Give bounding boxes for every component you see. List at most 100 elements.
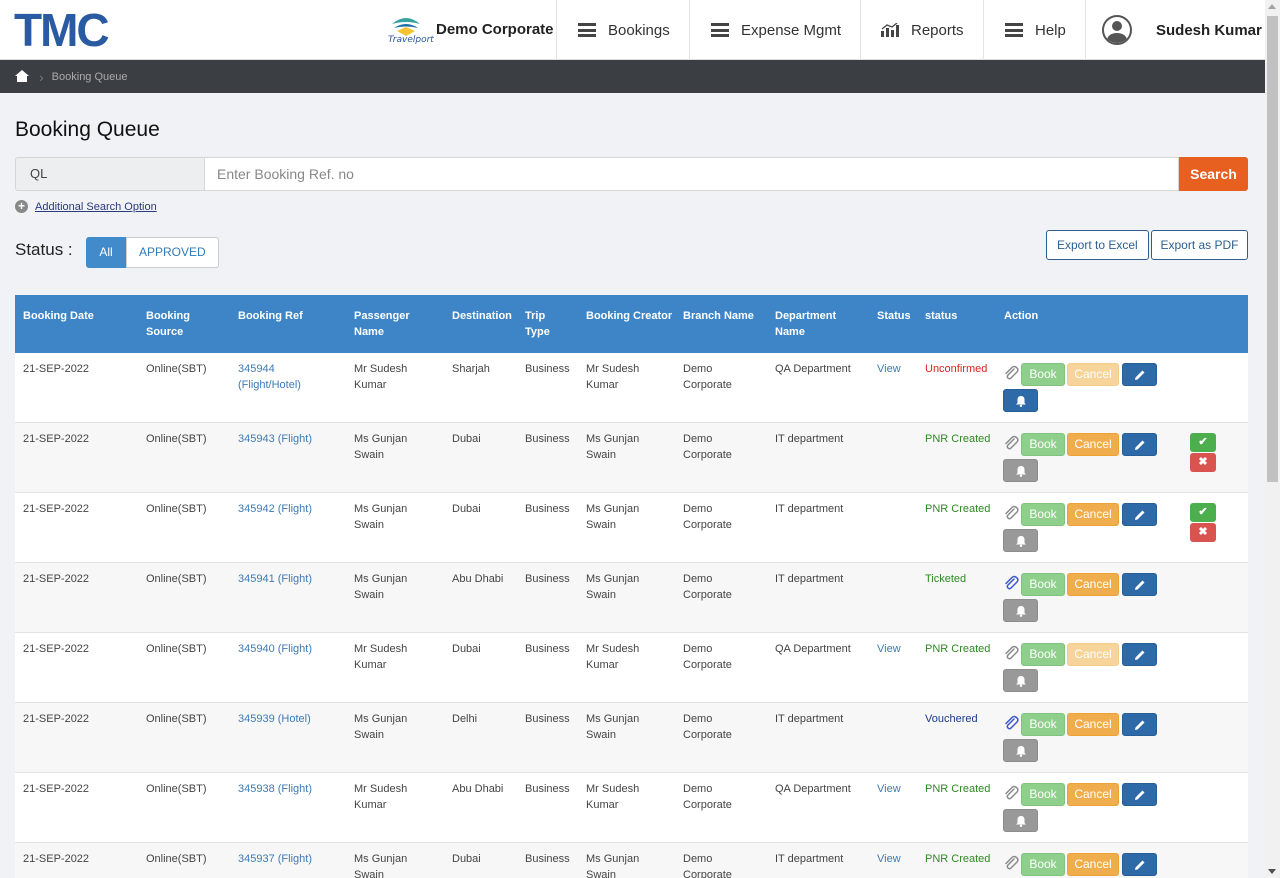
paperclip-icon[interactable]	[1003, 855, 1019, 871]
cell-department: QA Department	[775, 643, 851, 655]
paperclip-icon[interactable]	[1003, 365, 1019, 381]
notify-button[interactable]	[1003, 669, 1038, 692]
col-destination[interactable]: Destination	[452, 308, 512, 324]
book-button[interactable]: Book	[1021, 433, 1065, 456]
reject-close-icon[interactable]: ✖	[1190, 453, 1216, 472]
cell-ref[interactable]: 345944 (Flight/Hotel)	[238, 361, 328, 393]
top-header: TMC Travelport Demo Corporate Bookings E…	[0, 0, 1265, 60]
col-booking-ref[interactable]: Booking Ref	[238, 308, 303, 324]
edit-button[interactable]	[1122, 783, 1157, 806]
book-button[interactable]: Book	[1021, 363, 1065, 386]
page-scrollbar[interactable]	[1265, 0, 1280, 878]
edit-button[interactable]	[1122, 433, 1157, 456]
reject-close-icon[interactable]: ✖	[1190, 523, 1216, 542]
view-link[interactable]: View	[877, 851, 917, 867]
paperclip-icon[interactable]	[1003, 505, 1019, 521]
col-trip-type[interactable]: Trip Type	[525, 308, 565, 340]
cell-ref[interactable]: 345941 (Flight)	[238, 571, 328, 587]
nav-help[interactable]: Help	[983, 0, 1085, 60]
approve-check-icon[interactable]: ✔	[1190, 503, 1216, 522]
notify-button[interactable]	[1003, 599, 1038, 622]
paperclip-icon[interactable]	[1003, 575, 1019, 591]
edit-button[interactable]	[1122, 573, 1157, 596]
home-icon[interactable]	[15, 70, 29, 83]
cancel-button[interactable]: Cancel	[1067, 853, 1119, 876]
cancel-button[interactable]: Cancel	[1067, 713, 1119, 736]
view-link[interactable]: View	[877, 781, 917, 797]
notify-button[interactable]	[1003, 529, 1038, 552]
book-button[interactable]: Book	[1021, 503, 1065, 526]
cell-status: PNR Created	[925, 643, 991, 655]
notify-button[interactable]	[1003, 389, 1038, 412]
cell-destination: Dubai	[452, 643, 481, 655]
booking-ref-input[interactable]	[204, 157, 1179, 191]
cancel-button[interactable]: Cancel	[1067, 643, 1119, 666]
cell-ref[interactable]: 345939 (Hotel)	[238, 711, 328, 727]
edit-button[interactable]	[1122, 643, 1157, 666]
cell-ref[interactable]: 345942 (Flight)	[238, 501, 328, 517]
col-status-text[interactable]: status	[925, 308, 957, 324]
tmc-logo[interactable]: TMC	[14, 6, 110, 54]
cell-date: 21-SEP-2022	[23, 433, 90, 445]
cell-creator: Ms Gunjan Swain	[586, 433, 640, 461]
cancel-button[interactable]: Cancel	[1067, 783, 1119, 806]
tab-approved[interactable]: APPROVED	[126, 237, 219, 268]
paperclip-icon[interactable]	[1003, 645, 1019, 661]
cell-ref[interactable]: 345938 (Flight)	[238, 781, 328, 797]
edit-button[interactable]	[1122, 853, 1157, 876]
edit-button[interactable]	[1122, 713, 1157, 736]
notify-button[interactable]	[1003, 459, 1038, 482]
nav-expense-mgmt[interactable]: Expense Mgmt	[689, 0, 861, 60]
notify-button[interactable]	[1003, 739, 1038, 762]
cell-ref[interactable]: 345937 (Flight)	[238, 851, 328, 867]
cell-ref[interactable]: 345940 (Flight)	[238, 641, 328, 657]
col-booking-source[interactable]: Booking Source	[146, 308, 206, 340]
bell-icon	[1015, 746, 1026, 757]
scroll-down-icon[interactable]	[1268, 869, 1276, 874]
export-pdf-button[interactable]: Export as PDF	[1151, 230, 1248, 260]
book-button[interactable]: Book	[1021, 573, 1065, 596]
view-link[interactable]: View	[877, 361, 917, 377]
bar-chart-icon	[881, 23, 899, 37]
search-type-select[interactable]: QL	[15, 157, 204, 191]
col-status[interactable]: Status	[877, 308, 911, 324]
edit-button[interactable]	[1122, 363, 1157, 386]
travelport-logo-text: Travelport	[388, 35, 434, 45]
search-button[interactable]: Search	[1179, 157, 1248, 191]
plus-circle-icon[interactable]: +	[15, 200, 28, 213]
book-button[interactable]: Book	[1021, 713, 1065, 736]
cancel-button[interactable]: Cancel	[1067, 573, 1119, 596]
cell-ref[interactable]: 345943 (Flight)	[238, 431, 328, 447]
nav-reports[interactable]: Reports	[860, 0, 984, 60]
col-department-name[interactable]: Department Name	[775, 308, 855, 340]
paperclip-icon[interactable]	[1003, 435, 1019, 451]
book-button[interactable]: Book	[1021, 643, 1065, 666]
view-link[interactable]: View	[877, 641, 917, 657]
cancel-button[interactable]: Cancel	[1067, 363, 1119, 386]
user-menu[interactable]: Sudesh Kumar	[1085, 0, 1265, 60]
cell-destination: Dubai	[452, 433, 481, 445]
additional-search-link[interactable]: Additional Search Option	[35, 201, 157, 213]
nav-bookings[interactable]: Bookings	[556, 0, 690, 60]
book-button[interactable]: Book	[1021, 853, 1065, 876]
export-excel-button[interactable]: Export to Excel	[1046, 230, 1149, 260]
edit-button[interactable]	[1122, 503, 1157, 526]
user-avatar-icon	[1102, 15, 1132, 45]
scroll-up-icon[interactable]	[1268, 4, 1276, 9]
col-booking-creator[interactable]: Booking Creator	[586, 308, 672, 324]
scroll-thumb[interactable]	[1267, 16, 1278, 482]
book-button[interactable]: Book	[1021, 783, 1065, 806]
tab-all[interactable]: All	[86, 237, 126, 268]
col-passenger-name[interactable]: Passenger Name	[354, 308, 424, 340]
table-row: 21-SEP-2022 Online(SBT) 345940 (Flight) Mr …	[15, 633, 1248, 703]
cancel-button[interactable]: Cancel	[1067, 503, 1119, 526]
col-booking-date[interactable]: Booking Date	[23, 308, 94, 324]
notify-button[interactable]	[1003, 809, 1038, 832]
paperclip-icon[interactable]	[1003, 785, 1019, 801]
col-branch-name[interactable]: Branch Name	[683, 308, 754, 324]
cell-date: 21-SEP-2022	[23, 363, 90, 375]
approve-check-icon[interactable]: ✔	[1190, 433, 1216, 452]
pencil-icon	[1134, 650, 1144, 660]
paperclip-icon[interactable]	[1003, 715, 1019, 731]
cancel-button[interactable]: Cancel	[1067, 433, 1119, 456]
